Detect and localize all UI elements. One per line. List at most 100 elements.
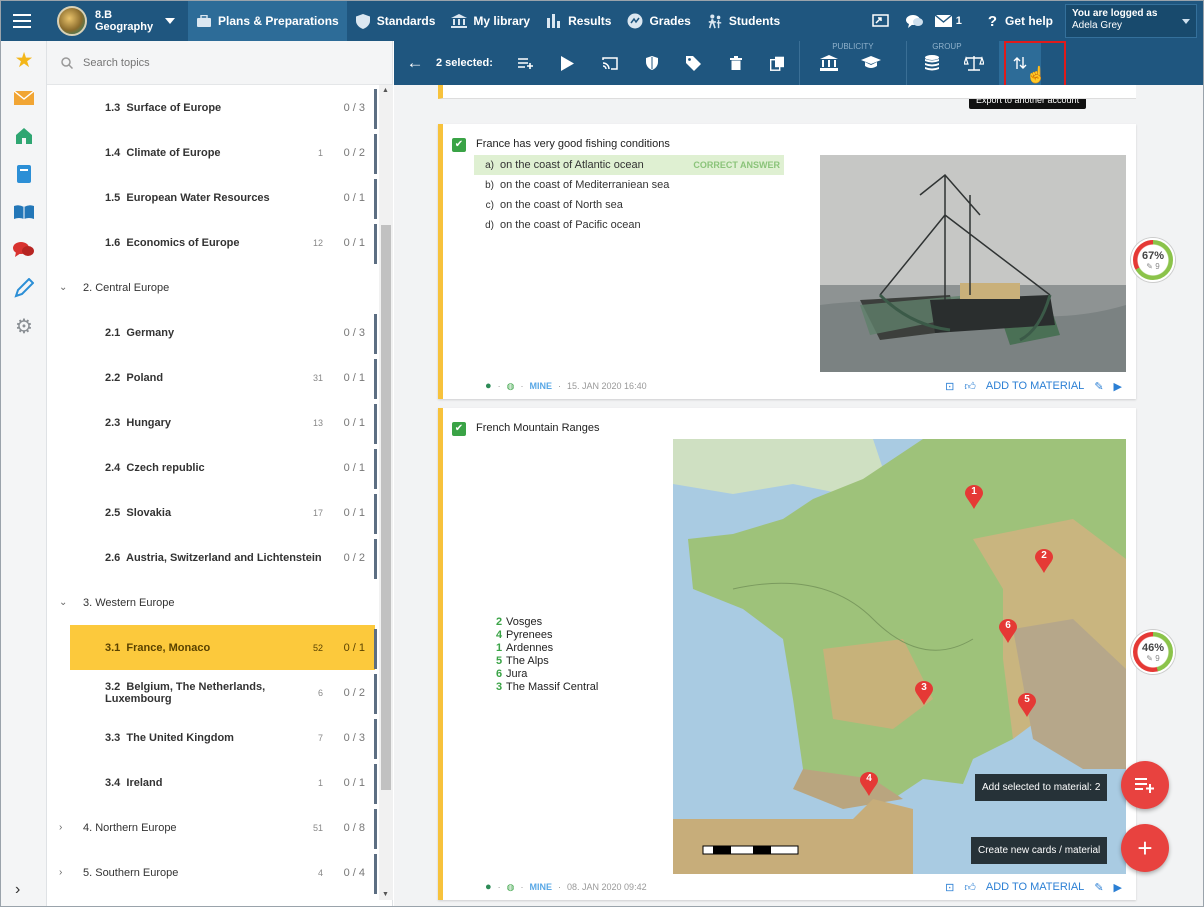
topic-row[interactable]: 3.2 Belgium, The Netherlands, Luxembourg… xyxy=(47,670,377,715)
selected-count: 2 selected: xyxy=(436,57,493,69)
chapter-row[interactable]: ⌄ 3. Western Europe xyxy=(47,580,377,625)
nav-results[interactable]: Results xyxy=(538,1,619,41)
topic-row[interactable]: 2.5 Slovakia 17 0 / 1 xyxy=(47,490,377,535)
home-icon[interactable] xyxy=(1,117,47,155)
chevron-right-icon[interactable]: › xyxy=(59,867,62,878)
class-selector[interactable]: 8.B Geography xyxy=(43,1,188,41)
topic-row[interactable]: 2.1 Germany 0 / 3 xyxy=(47,310,377,355)
checkbox-checked-icon[interactable]: ✔ xyxy=(452,422,466,436)
legend-item: 1 Ardennes xyxy=(496,642,598,655)
topic-row[interactable]: 2.6 Austria, Switzerland and Lichtenstei… xyxy=(47,535,377,580)
add-to-list-icon[interactable] xyxy=(505,41,547,85)
chevron-right-icon[interactable]: › xyxy=(15,881,20,899)
add-to-material-button[interactable]: ADD TO MATERIAL xyxy=(986,881,1084,893)
globe-icon[interactable]: ◍ xyxy=(507,381,515,392)
scrollbar-thumb[interactable] xyxy=(381,225,391,790)
question-card[interactable]: ✔ French Mountain Ranges 2 Vosges 4 Pyrenee… xyxy=(438,408,1136,900)
add-selected-button[interactable] xyxy=(1121,761,1169,809)
thumbs-up-icon[interactable]: 👍︎ xyxy=(964,380,976,393)
chevron-down-icon[interactable]: ⌄ xyxy=(59,282,67,293)
discussion-icon[interactable] xyxy=(1,231,47,269)
topic-card-count: 52 xyxy=(312,642,323,653)
account-menu[interactable]: You are logged as Adela Grey xyxy=(1065,4,1197,38)
cast-icon[interactable]: ⊡ xyxy=(945,380,954,393)
search-input[interactable] xyxy=(83,56,343,69)
chevron-down-icon[interactable]: ⌄ xyxy=(59,597,67,608)
mail-icon[interactable] xyxy=(932,1,956,41)
topic-score: 0 / 2 xyxy=(343,146,365,159)
topic-row[interactable]: 1.3 Surface of Europe 0 / 3 xyxy=(47,85,377,130)
create-new-button[interactable]: + xyxy=(1121,824,1169,872)
legend-number: 4 xyxy=(496,629,503,641)
book-icon[interactable] xyxy=(1,193,47,231)
card-date: 08. JAN 2020 09:42 xyxy=(567,882,647,892)
play-icon[interactable]: ▶ xyxy=(1114,881,1122,894)
topic-row[interactable]: 3.3 The United Kingdom 7 0 / 3 xyxy=(47,715,377,760)
question-card[interactable]: ✔ France has very good fishing condition… xyxy=(438,124,1136,399)
notebook-icon[interactable] xyxy=(1,155,47,193)
topic-scrollbar[interactable]: ▲ ▼ xyxy=(379,85,393,900)
copy-icon[interactable] xyxy=(757,41,799,85)
legend-item: 2 Vosges xyxy=(496,616,598,629)
envelope-icon[interactable] xyxy=(1,79,47,117)
pencil-icon[interactable]: ✎ xyxy=(1094,881,1103,894)
question-icon: ? xyxy=(987,12,997,30)
topic-row[interactable]: 3.1 France, Monaco 52 0 / 1 xyxy=(47,625,377,670)
topic-row[interactable]: 2.3 Hungary 13 0 / 1 xyxy=(47,400,377,445)
publicity-group: PUBLICITY xyxy=(800,41,906,85)
topic-row[interactable]: 3.4 Ireland 1 0 / 1 xyxy=(47,760,377,805)
nav-plans[interactable]: Plans & Preparations xyxy=(188,1,347,41)
scroll-down-icon[interactable]: ▼ xyxy=(382,891,389,898)
nav-students[interactable]: Students xyxy=(699,1,788,41)
chapter-row[interactable]: › 5. Southern Europe 4 0 / 4 xyxy=(47,850,377,895)
tag-icon[interactable]: ● xyxy=(485,380,492,392)
checkbox-checked-icon[interactable]: ✔ xyxy=(452,138,466,152)
play-icon[interactable]: ▶ xyxy=(1114,380,1122,393)
topic-score: 0 / 8 xyxy=(343,821,365,834)
create-new-tooltip: Create new cards / material xyxy=(971,837,1108,864)
shield-icon[interactable] xyxy=(631,41,673,85)
topic-row[interactable]: 2.2 Poland 31 0 / 1 xyxy=(47,355,377,400)
chevron-right-icon[interactable]: › xyxy=(59,822,62,833)
topic-row[interactable]: 1.4 Climate of Europe 1 0 / 2 xyxy=(47,130,377,175)
globe-icon[interactable]: ◍ xyxy=(507,882,515,893)
add-to-material-button[interactable]: ADD TO MATERIAL xyxy=(986,380,1084,392)
topic-row[interactable]: 2.4 Czech republic 0 / 1 xyxy=(47,445,377,490)
topic-score: 0 / 4 xyxy=(343,866,365,879)
menu-icon[interactable] xyxy=(1,1,43,41)
nav-grades-label: Grades xyxy=(649,14,691,28)
cast-icon[interactable]: ⊡ xyxy=(945,881,954,894)
thumbs-up-icon[interactable]: 👍︎ xyxy=(964,881,976,894)
cast-icon[interactable] xyxy=(864,1,898,41)
topic-card-count: 17 xyxy=(312,507,323,518)
star-icon[interactable]: ★ xyxy=(1,41,47,79)
chat-icon[interactable] xyxy=(898,1,932,41)
tag-icon[interactable] xyxy=(673,41,715,85)
nav-standards[interactable]: Standards xyxy=(347,1,444,41)
answer-letter: a) xyxy=(485,159,494,171)
previous-card-edge xyxy=(438,85,1136,99)
success-rate-badge: 67% ✎ 9 xyxy=(1131,238,1175,282)
chapter-row[interactable]: › 4. Northern Europe 51 0 / 8 xyxy=(47,805,377,850)
question-text: French Mountain Ranges xyxy=(476,422,600,434)
chapter-row[interactable]: ⌄ 2. Central Europe xyxy=(47,265,377,310)
tag-icon[interactable]: ● xyxy=(485,881,492,893)
progress-bar xyxy=(374,449,377,489)
topic-row[interactable]: 1.5 European Water Resources 0 / 1 xyxy=(47,175,377,220)
scroll-up-icon[interactable]: ▲ xyxy=(382,87,389,94)
back-arrow-icon[interactable]: ← xyxy=(394,41,436,85)
nav-grades[interactable]: Grades xyxy=(619,1,698,41)
pencil-icon[interactable]: ✎ xyxy=(1094,380,1103,393)
play-icon[interactable] xyxy=(547,41,589,85)
cast-icon[interactable] xyxy=(589,41,631,85)
gear-icon[interactable]: ⚙ xyxy=(1,307,47,345)
france-map-image: 1 2 3 4 5 6 xyxy=(673,439,1126,874)
map-marker: 4 xyxy=(860,772,878,796)
topic-name: France, Monaco xyxy=(126,641,211,654)
nav-library[interactable]: My library xyxy=(443,1,538,41)
help-button[interactable]: ? Get help xyxy=(982,13,1065,30)
trash-icon[interactable] xyxy=(715,41,757,85)
topic-score: 0 / 3 xyxy=(343,326,365,339)
topic-row[interactable]: 1.6 Economics of Europe 12 0 / 1 xyxy=(47,220,377,265)
pen-icon[interactable] xyxy=(1,269,47,307)
